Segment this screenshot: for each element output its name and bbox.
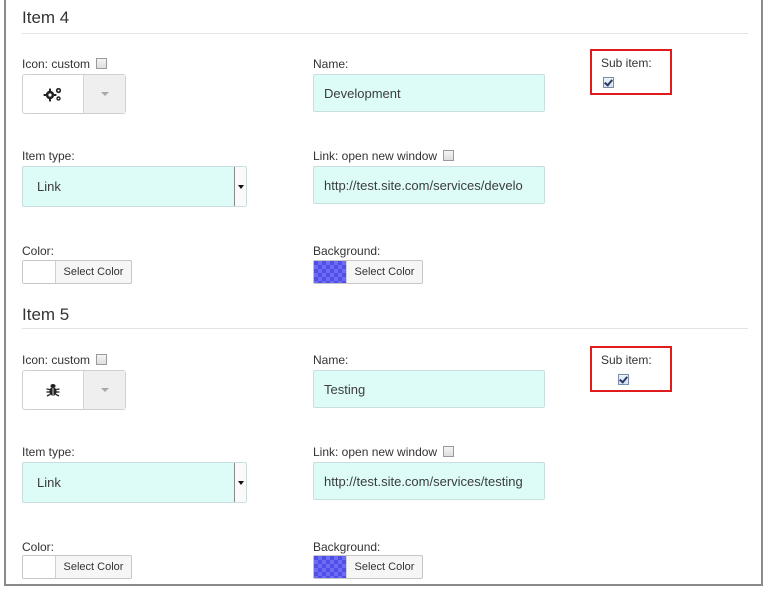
color-label: Color: — [22, 244, 55, 258]
background-label: Background: — [313, 540, 381, 554]
link-new-window-checkbox[interactable] — [443, 150, 455, 161]
icon-picker-dropdown[interactable] — [83, 75, 125, 113]
select-background-color-button[interactable]: Select Color — [313, 260, 423, 284]
item-type-label: Item type: — [22, 445, 75, 459]
background-swatch — [314, 556, 347, 578]
section-title-item-4: Item 4 — [22, 8, 70, 27]
chevron-down-icon — [100, 92, 109, 96]
select-arrow-icon — [234, 167, 246, 206]
sub-item-checkbox[interactable] — [603, 77, 614, 88]
icon-custom-checkbox[interactable] — [96, 354, 108, 365]
background-swatch — [314, 261, 347, 283]
chevron-down-icon — [100, 388, 109, 392]
section-divider — [22, 328, 748, 329]
link-new-window-checkbox[interactable] — [443, 446, 455, 457]
background-label: Background: — [313, 244, 381, 258]
sub-item-checkbox[interactable] — [618, 374, 630, 385]
color-swatch — [23, 556, 56, 578]
name-input[interactable]: Development — [313, 74, 545, 112]
item-type-select[interactable]: Link — [22, 166, 247, 207]
icon-custom-label: Icon: custom — [22, 57, 108, 71]
name-label: Name: — [313, 353, 349, 367]
section-title-item-5: Item 5 — [22, 305, 70, 324]
gears-icon — [23, 75, 83, 113]
select-arrow-icon — [234, 463, 246, 502]
link-new-window-label: Link: open new window — [313, 445, 455, 459]
sub-item-label: Sub item: — [601, 56, 652, 70]
select-background-color-button[interactable]: Select Color — [313, 555, 423, 579]
link-input[interactable]: http://test.site.com/services/develo — [313, 166, 545, 204]
select-color-button[interactable]: Select Color — [22, 555, 132, 579]
item-type-value: Link — [37, 475, 61, 490]
section-divider — [22, 33, 748, 34]
color-swatch — [23, 261, 56, 283]
sub-item-label: Sub item: — [601, 353, 652, 367]
select-color-button[interactable]: Select Color — [22, 260, 132, 284]
name-input[interactable]: Testing — [313, 370, 545, 408]
icon-picker[interactable] — [22, 74, 126, 114]
link-new-window-label: Link: open new window — [313, 149, 455, 163]
name-label: Name: — [313, 57, 349, 71]
color-label: Color: — [22, 540, 55, 554]
icon-picker-dropdown[interactable] — [83, 371, 125, 409]
link-input[interactable]: http://test.site.com/services/testing — [313, 462, 545, 500]
item-type-select[interactable]: Link — [22, 462, 247, 503]
menu-items-panel: Item 4 Icon: custom Name: Development Su… — [4, 0, 763, 586]
icon-custom-checkbox[interactable] — [96, 58, 108, 69]
bug-icon — [23, 371, 83, 409]
icon-picker[interactable] — [22, 370, 126, 410]
icon-custom-label: Icon: custom — [22, 353, 108, 367]
item-type-value: Link — [37, 179, 61, 194]
item-type-label: Item type: — [22, 149, 75, 163]
